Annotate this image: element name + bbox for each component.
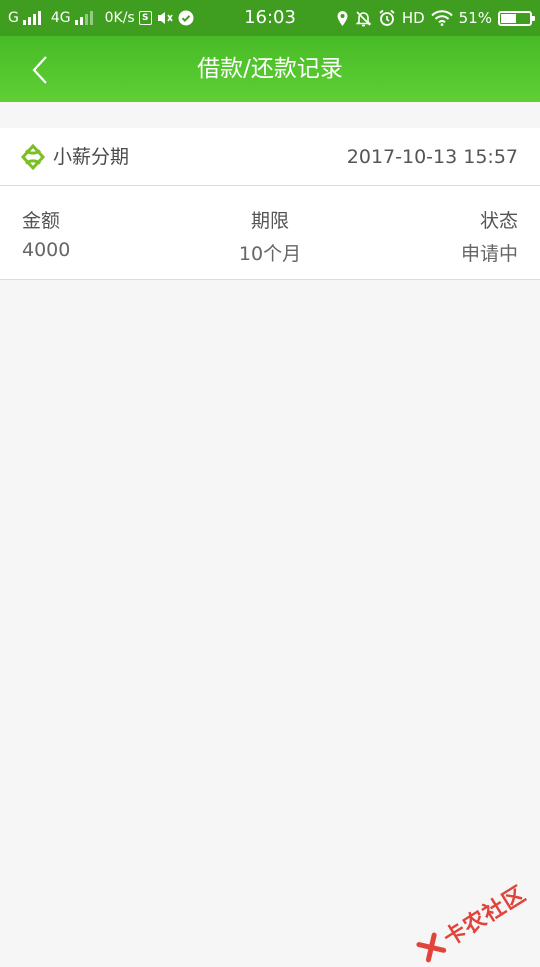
signal-weak-icon xyxy=(74,11,93,25)
product-logo-icon xyxy=(20,144,46,170)
status-label: 状态 xyxy=(479,210,518,232)
hd-label: HD xyxy=(401,9,425,27)
battery-icon xyxy=(498,10,535,26)
signal-icon xyxy=(22,11,41,25)
network-label: 4G xyxy=(50,10,71,26)
check-circle-icon xyxy=(178,10,194,26)
network-speed: 0K/s xyxy=(104,10,135,26)
wifi-icon xyxy=(430,10,453,26)
status-value: 申请中 xyxy=(460,243,518,265)
term-value: 10个月 xyxy=(238,243,302,265)
alarm-icon xyxy=(379,9,395,26)
term-label: 期限 xyxy=(250,210,289,232)
watermark-text: 卡农社区 xyxy=(439,881,531,952)
page-title: 借款/还款记录 xyxy=(197,56,343,82)
location-icon xyxy=(337,10,348,26)
back-button[interactable] xyxy=(20,50,60,90)
volume-icon xyxy=(157,12,173,24)
bell-off-icon xyxy=(355,10,372,26)
status-bar: G 4G 0K/s S 16:03 HD 51% xyxy=(0,0,540,36)
status-right: HD 51% xyxy=(336,0,535,36)
battery-percent: 51% xyxy=(458,9,492,27)
watermark: 卡农社区 xyxy=(413,877,532,967)
product-name: 小薪分期 xyxy=(53,146,130,168)
sim1-label: G xyxy=(8,10,19,26)
app-header: 借款/还款记录 xyxy=(0,36,540,102)
record-datetime: 2017-10-13 15:57 xyxy=(346,146,518,168)
status-left: G 4G 0K/s S xyxy=(8,0,194,36)
s-badge-icon: S xyxy=(138,11,152,25)
record-header[interactable]: 小薪分期 2017-10-13 15:57 xyxy=(0,128,540,186)
chevron-left-icon xyxy=(32,56,47,84)
record-detail[interactable]: 金额 4000 期限 10个月 状态 申请中 xyxy=(0,186,540,280)
